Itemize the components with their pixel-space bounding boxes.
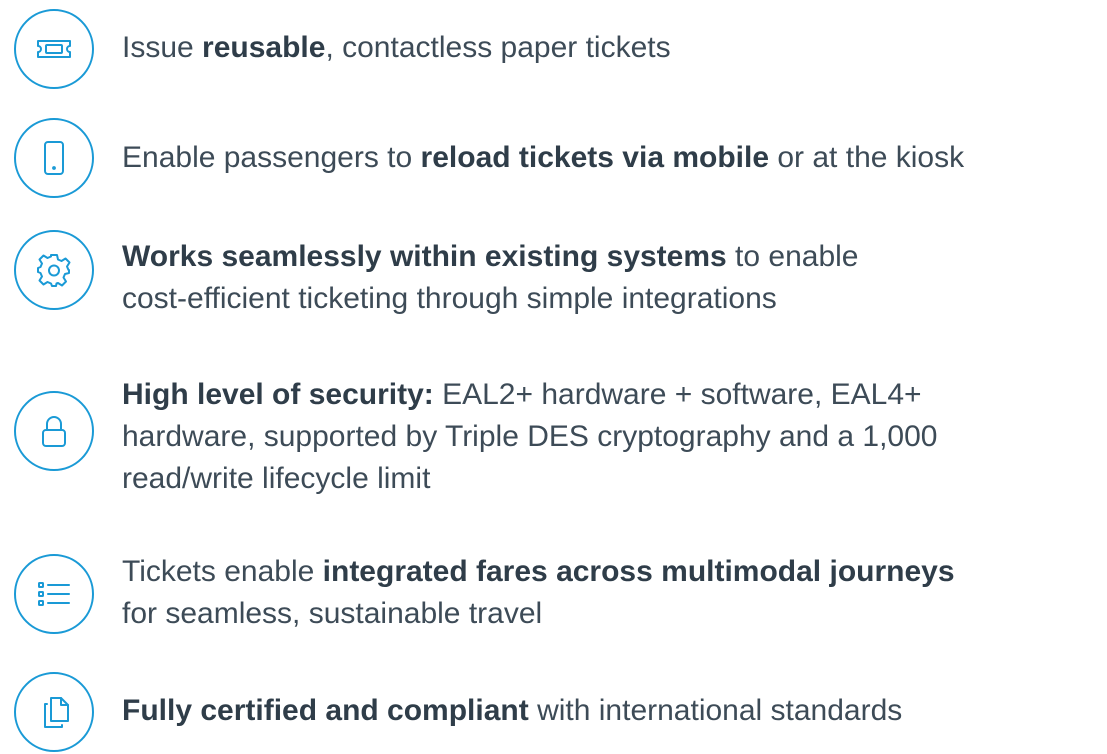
feature-text: Enable passengers to reload tickets via … (122, 137, 1103, 179)
feature-text: Works seamlessly within existing systems… (122, 236, 1103, 320)
feature-text: Fully certified and compliant with inter… (122, 690, 1103, 732)
gear-icon (14, 230, 94, 310)
feature-text: Tickets enable integrated fares across m… (122, 551, 1103, 635)
feature-line: read/write lifecycle limit (122, 462, 431, 495)
ticket-icon (14, 9, 94, 89)
mobile-phone-icon (14, 118, 94, 198)
documents-icon (14, 672, 94, 752)
feature-text: High level of security: EAL2+ hardware +… (122, 374, 1103, 500)
feature-line: cost-efficient ticketing through simple … (122, 282, 777, 315)
feature-line: Issue reusable, contactless paper ticket… (122, 31, 671, 64)
feature-line: High level of security: EAL2+ hardware +… (122, 378, 922, 411)
feature-line: hardware, supported by Triple DES crypto… (122, 420, 938, 453)
feature-line: Enable passengers to reload tickets via … (122, 141, 965, 174)
feature-line: Works seamlessly within existing systems… (122, 240, 859, 273)
feature-text: Issue reusable, contactless paper ticket… (122, 27, 1103, 69)
lock-icon (14, 391, 94, 471)
list-icon (14, 554, 94, 634)
feature-line: for seamless, sustainable travel (122, 597, 543, 630)
feature-line: Tickets enable integrated fares across m… (122, 555, 955, 588)
feature-line: Fully certified and compliant with inter… (122, 694, 903, 727)
